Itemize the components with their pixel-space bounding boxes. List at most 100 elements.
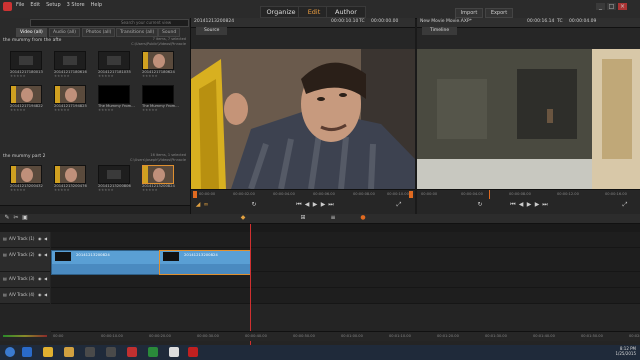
tab-author[interactable]: Author: [326, 6, 366, 18]
track-audio-icon[interactable]: ◀: [44, 252, 47, 257]
rating-stars-icon[interactable]: ★★★★★: [98, 188, 131, 192]
export-button[interactable]: Export: [485, 8, 513, 18]
rating-stars-icon[interactable]: ★★★★★: [98, 108, 135, 112]
tab-organize[interactable]: Organize: [260, 6, 302, 18]
tab-audio[interactable]: Audio (all): [49, 28, 80, 37]
system-clock[interactable]: 8:12 PM 1/25/2015: [596, 346, 636, 356]
chrome-icon[interactable]: [43, 347, 53, 357]
track-lock-icon[interactable]: ▤: [3, 292, 7, 297]
step-forward-icon[interactable]: ▶: [534, 202, 540, 208]
timeline-playhead[interactable]: [250, 224, 251, 345]
link-icon[interactable]: ∞: [203, 202, 209, 208]
rating-stars-icon[interactable]: ★★★★★: [10, 74, 43, 78]
track-lane[interactable]: [51, 232, 640, 248]
track-header[interactable]: ▤ A/V Track (3) ◉ ◀: [0, 272, 50, 288]
library-item[interactable]: 20141217180013 ★★★★★: [10, 51, 43, 78]
track-visibility-icon[interactable]: ◉: [38, 252, 42, 257]
excel-icon[interactable]: [148, 347, 158, 357]
rating-stars-icon[interactable]: ★★★★★: [54, 188, 87, 192]
scissors-icon[interactable]: ✂: [13, 215, 19, 221]
library-item[interactable]: 20141217194822 ★★★★★: [10, 85, 43, 112]
library-item[interactable]: 20141213200432 ★★★★★: [10, 165, 43, 192]
previous-icon[interactable]: ⏮: [296, 202, 302, 208]
tab-transitions[interactable]: Transitions (all): [116, 28, 159, 37]
scrubber-end-icon[interactable]: [409, 191, 413, 198]
fullscreen-icon[interactable]: ⤢: [396, 202, 402, 208]
media-icon[interactable]: [85, 347, 95, 357]
library-item[interactable]: The Mummy From... ★★★★★: [98, 85, 135, 112]
media-icon[interactable]: [106, 347, 116, 357]
step-back-icon[interactable]: ◀: [518, 202, 524, 208]
menu-store[interactable]: 3 Store: [67, 2, 85, 8]
rating-stars-icon[interactable]: ★★★★★: [54, 108, 87, 112]
track-audio-icon[interactable]: ◀: [44, 276, 47, 281]
source-ruler[interactable]: 00:00:00 00:00:02.00 00:00:04.00 00:00:0…: [191, 189, 415, 199]
library-item[interactable]: 20141217180624 ★★★★★: [142, 51, 175, 78]
next-icon[interactable]: ⏭: [328, 202, 334, 208]
collection-title[interactable]: the mummy part 2: [3, 154, 45, 159]
playhead-marker[interactable]: [489, 190, 490, 199]
loop-icon[interactable]: ↻: [251, 202, 257, 208]
track-visibility-icon[interactable]: ◉: [38, 236, 42, 241]
track-header[interactable]: ▤ A/V Track (4) ◉ ◀: [0, 288, 50, 304]
library-item[interactable]: 20141217194825 ★★★★★: [54, 85, 87, 112]
library-item[interactable]: The Mummy From... ★★★★★: [142, 85, 179, 112]
timeline-ruler[interactable]: 00:00 00:00:10.00 00:00:20.00 00:00:30.00 00…: [51, 331, 640, 341]
timeline-preview-ruler[interactable]: 00:00:00 00:00:04.00 00:00:08.00 00:00:1…: [417, 189, 640, 199]
audio-mix-icon[interactable]: ≡: [330, 215, 336, 221]
tab-photos[interactable]: Photos (all): [82, 28, 116, 37]
menu-setup[interactable]: Setup: [46, 2, 61, 8]
timeline-clip[interactable]: 20141213200824: [51, 250, 160, 275]
rating-stars-icon[interactable]: ★★★★★: [142, 74, 175, 78]
rating-stars-icon[interactable]: ★★★★★: [54, 74, 87, 78]
minimize-button[interactable]: _: [596, 3, 605, 10]
ie-icon[interactable]: [22, 347, 32, 357]
library-item[interactable]: 20141213200824 ★★★★★: [142, 165, 175, 192]
volume-icon[interactable]: ◢: [195, 202, 201, 208]
record-icon[interactable]: ●: [360, 215, 366, 221]
timeline-clip[interactable]: 20141213200824: [159, 250, 251, 275]
previous-icon[interactable]: ⏮: [510, 202, 516, 208]
library-item[interactable]: 20141213200806 ★★★★★: [98, 165, 131, 192]
track-visibility-icon[interactable]: ◉: [38, 276, 42, 281]
library-item[interactable]: 20141217181035 ★★★★★: [98, 51, 131, 78]
library-search[interactable]: Search your current view: [30, 19, 189, 27]
step-back-icon[interactable]: ◀: [304, 202, 310, 208]
tools-icon[interactable]: ✎: [4, 215, 10, 221]
track-audio-icon[interactable]: ◀: [44, 292, 47, 297]
tab-sound[interactable]: Sound: [158, 28, 181, 37]
track-audio-icon[interactable]: ◀: [44, 236, 47, 241]
rating-stars-icon[interactable]: ★★★★★: [142, 108, 179, 112]
track-visibility-icon[interactable]: ◉: [38, 292, 42, 297]
folder-icon[interactable]: [64, 347, 74, 357]
marker-icon[interactable]: ◆: [240, 215, 246, 221]
track-lock-icon[interactable]: ▤: [3, 252, 7, 257]
snap-icon[interactable]: ⊞: [300, 215, 306, 221]
tab-video[interactable]: Video (all): [16, 28, 47, 37]
trash-icon[interactable]: ▣: [22, 215, 28, 221]
play-icon[interactable]: ▶: [526, 202, 532, 208]
track-lock-icon[interactable]: ▤: [3, 236, 7, 241]
library-item[interactable]: 20141213200476 ★★★★★: [54, 165, 87, 192]
import-button[interactable]: Import: [455, 8, 483, 18]
rating-stars-icon[interactable]: ★★★★★: [142, 188, 175, 192]
tab-timeline[interactable]: Timeline: [422, 27, 458, 35]
rating-stars-icon[interactable]: ★★★★★: [98, 74, 131, 78]
collection-title[interactable]: the mummy from the afte: [3, 38, 61, 43]
track-lane[interactable]: [51, 288, 640, 304]
menu-edit[interactable]: Edit: [30, 2, 40, 8]
pinnacle-icon[interactable]: [188, 347, 198, 357]
menu-file[interactable]: File: [16, 2, 24, 8]
app-icon[interactable]: [169, 347, 179, 357]
store-icon[interactable]: [127, 347, 137, 357]
rating-stars-icon[interactable]: ★★★★★: [10, 108, 43, 112]
scrubber-start-icon[interactable]: [193, 191, 197, 198]
library-item[interactable]: 20141217180616 ★★★★★: [54, 51, 87, 78]
rating-stars-icon[interactable]: ★★★★★: [10, 188, 43, 192]
maximize-button[interactable]: □: [607, 3, 616, 10]
loop-icon[interactable]: ↻: [477, 202, 483, 208]
play-icon[interactable]: ▶: [312, 202, 318, 208]
track-header[interactable]: ▤ A/V Track (2) ◉ ◀: [0, 248, 50, 272]
step-forward-icon[interactable]: ▶: [320, 202, 326, 208]
timeline-navigator[interactable]: [0, 224, 640, 232]
